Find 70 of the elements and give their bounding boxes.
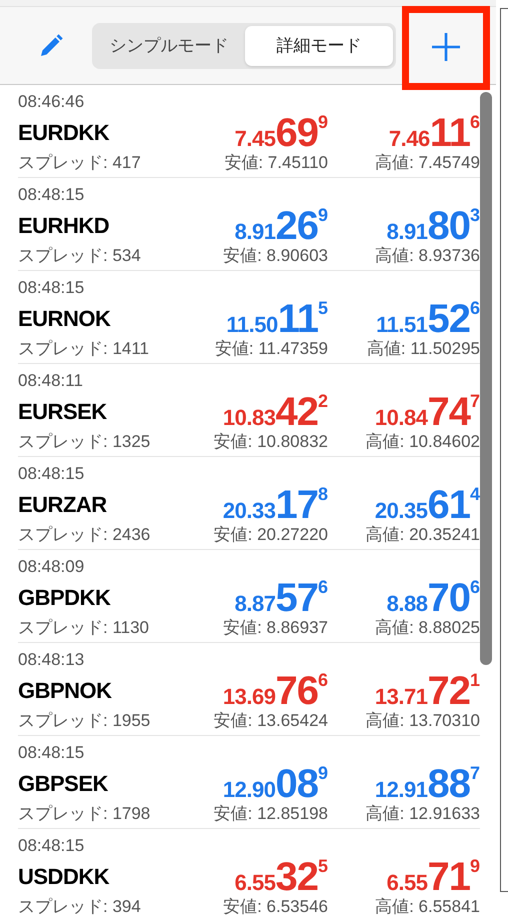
ask-price: 13.7172$^{1}$ [374,671,480,709]
mode-tab[interactable]: 詳細モード [245,26,393,66]
quote-time: 08:48:15 [18,835,84,858]
symbol-label: EURDKK [18,118,110,146]
low-label: 安値: 8.86937 [223,617,328,640]
quote-time: 08:46:46 [18,91,84,114]
symbol-label: USDDKK [18,862,110,890]
high-label: 高値: 10.84602 [366,431,480,454]
bid-price: 12.9008$^{9}$ [222,764,328,802]
quote-row[interactable]: 08:48:13 GBPNOK 13.6976$^{6}$ 13.7172$^{1}$ スプレッド: 1955 安値: 13.65424 高値: 13.70310 [18,643,480,736]
high-label: 高値: 12.91633 [366,803,480,826]
high-label: 高値: 8.93736 [375,245,480,268]
bid-price: 7.4569$^{9}$ [234,113,328,151]
low-label: 安値: 11.47359 [214,338,328,360]
low-label: 安値: 7.45110 [224,152,328,174]
quote-time: 08:48:13 [18,649,84,672]
low-label: 安値: 8.90603 [223,245,328,268]
bid-price: 10.8342$^{2}$ [222,392,328,430]
bid-price: 6.5532$^{5}$ [234,857,328,895]
quote-time: 08:48:11 [18,370,83,392]
high-label: 高値: 11.50295 [366,338,480,360]
spread-label: スプレッド: 2436 [18,524,150,546]
spread-label: スプレッド: 1955 [18,710,150,732]
spread-label: スプレッド: 1798 [18,803,150,826]
bid-price: 8.9126$^{9}$ [234,206,328,244]
quote-time: 08:48:15 [18,463,84,486]
high-label: 高値: 6.55841 [375,896,480,916]
ask-price: 11.5152$^{6}$ [376,299,480,337]
symbol-label: EURSEK [18,398,107,426]
ask-price: 8.8870$^{6}$ [386,578,480,616]
ask-price: 12.9188$^{7}$ [374,764,480,802]
spread-label: スプレッド: 417 [18,152,141,174]
symbol-label: EURNOK [18,304,110,332]
symbol-label: GBPSEK [18,770,108,798]
high-label: 高値: 7.45749 [375,152,480,174]
spread-label: スプレッド: 394 [18,896,141,916]
quote-time: 08:48:15 [18,277,84,300]
spread-label: スプレッド: 534 [18,245,141,268]
high-label: 高値: 8.88025 [375,617,480,640]
symbol-label: EURZAR [18,490,107,518]
bid-price: 8.8757$^{6}$ [234,578,328,616]
low-label: 安値: 20.27220 [214,524,328,546]
low-label: 安値: 13.65424 [214,710,328,732]
high-label: 高値: 13.70310 [366,710,480,732]
low-label: 安値: 6.53546 [223,896,328,916]
quote-row[interactable]: 08:48:15 GBPSEK 12.9008$^{9}$ 12.9188$^{7}$ スプレッド: 1798 安値: 12.85198 高値: 12.91633 [18,736,480,829]
mode-tab[interactable]: シンプルモード [95,26,243,66]
bid-price: 13.6976$^{6}$ [222,671,328,709]
low-label: 安値: 10.80832 [214,431,328,454]
quote-row[interactable]: 08:48:15 USDDKK 6.5532$^{5}$ 6.5571$^{9}$ スプレッド: 394 安値: 6.53546 高値: 6.55841 [18,829,480,916]
ask-price: 7.4611$^{6}$ [388,113,480,151]
bid-price: 11.5011$^{5}$ [226,299,328,337]
spread-label: スプレッド: 1411 [18,338,150,360]
low-label: 安値: 12.85198 [214,803,328,826]
ask-price: 20.3561$^{4}$ [374,485,480,523]
ask-price: 10.8474$^{7}$ [374,392,480,430]
symbol-label: EURHKD [18,212,110,240]
scrollbar[interactable] [480,92,492,665]
spread-label: スプレッド: 1130 [18,617,150,640]
plus-icon [431,32,461,62]
spread-label: スプレッド: 1325 [18,431,150,454]
ask-price: 6.5571$^{9}$ [386,857,480,895]
ask-price: 8.9180$^{3}$ [386,206,480,244]
symbol-label: GBPDKK [18,584,110,612]
quote-time: 08:48:15 [18,742,84,764]
bid-price: 20.3317$^{8}$ [222,485,328,523]
high-label: 高値: 20.35241 [366,524,480,546]
symbol-label: GBPNOK [18,676,112,704]
quote-time: 08:48:15 [18,184,84,206]
quote-time: 08:48:09 [18,556,84,578]
